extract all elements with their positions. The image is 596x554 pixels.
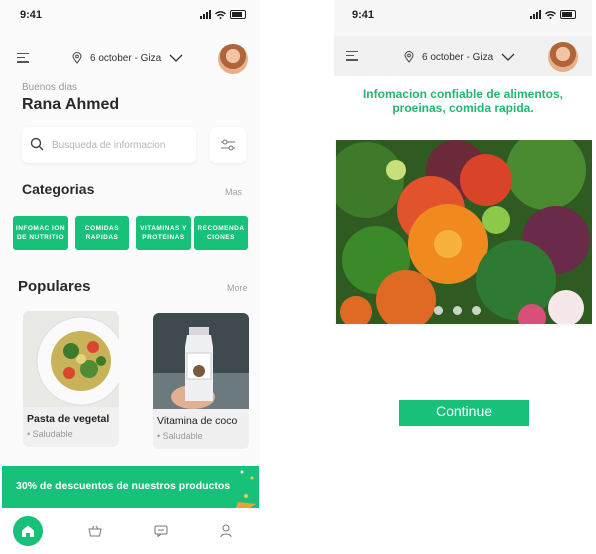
chat-icon[interactable] <box>154 525 168 537</box>
menu-icon[interactable] <box>346 51 358 61</box>
chevron-down-icon <box>501 53 515 61</box>
category-fast-food[interactable]: COMIDAS RAPIDAS <box>75 216 129 250</box>
card-title: Vitamina de coco <box>157 415 238 427</box>
info-title: Infomacion confiable de alimentos, proei… <box>362 87 564 115</box>
confetti-decoration <box>236 470 256 508</box>
avatar[interactable] <box>548 42 578 72</box>
coconut-drink-image <box>153 313 249 409</box>
status-time: 9:41 <box>20 9 43 21</box>
status-bar: 9:41 <box>334 0 592 30</box>
filter-icon <box>221 139 235 151</box>
battery-icon <box>560 10 576 19</box>
basket-icon[interactable] <box>88 525 102 537</box>
card-title: Pasta de vegetal <box>27 413 110 425</box>
tab-home[interactable] <box>13 516 43 546</box>
profile-icon[interactable] <box>220 524 232 538</box>
card-subtitle: • Saludable <box>27 429 73 439</box>
popular-more-link[interactable]: More <box>227 283 248 293</box>
location-pin-icon <box>72 52 82 64</box>
status-time: 9:41 <box>352 9 375 21</box>
battery-icon <box>230 10 246 19</box>
popular-card-coconut[interactable]: Vitamina de coco • Saludable <box>153 313 249 449</box>
category-nutrition[interactable]: INFOMAC ION DE NUTRITIO <box>13 216 68 250</box>
location-label: 6 october - Giza <box>422 51 494 63</box>
wifi-icon <box>545 10 556 19</box>
search-icon <box>30 137 44 151</box>
categories-title: Categorias <box>22 181 95 197</box>
search-input[interactable]: Busqueda de informacion <box>22 127 196 163</box>
menu-icon[interactable] <box>17 53 29 63</box>
onboarding-screen: 9:41 6 october - Giza Infomacion confiab… <box>334 0 592 554</box>
home-icon <box>22 525 34 537</box>
carousel-dots[interactable] <box>434 306 481 315</box>
location-label: 6 october - Giza <box>90 52 162 64</box>
status-bar: 9:41 <box>0 0 260 30</box>
filter-button[interactable] <box>210 127 246 163</box>
signal-icon <box>200 10 211 19</box>
promo-text: 30% de descuentos de nuestros productos <box>16 480 231 492</box>
user-name: Rana Ahmed <box>22 96 120 113</box>
promo-banner[interactable]: 30% de descuentos de nuestros productos <box>2 466 259 508</box>
salad-hero-image <box>336 140 592 324</box>
avatar[interactable] <box>218 44 248 74</box>
content-area <box>334 326 592 554</box>
popular-title: Populares <box>18 278 91 295</box>
location-pin-icon <box>404 51 414 63</box>
categories-more-link[interactable]: Mas <box>225 187 242 197</box>
wifi-icon <box>215 10 226 19</box>
pasta-salad-image <box>23 311 119 407</box>
header-bar: 6 october - Giza <box>334 36 592 76</box>
location-selector[interactable]: 6 october - Giza <box>404 51 515 63</box>
status-icons <box>200 10 246 19</box>
home-screen: 9:41 6 october - Giza Buenos dias Rana A… <box>0 0 260 554</box>
signal-icon <box>530 10 541 19</box>
status-icons <box>530 10 576 19</box>
card-subtitle: • Saludable <box>157 431 203 441</box>
search-placeholder: Busqueda de informacion <box>52 140 166 151</box>
category-vitamins-proteins[interactable]: VITAMINAS Y PROTEINAS <box>136 216 191 250</box>
popular-card-pasta[interactable]: Pasta de vegetal • Saludable <box>23 311 119 447</box>
bottom-tab-bar <box>0 508 260 554</box>
greeting: Buenos dias <box>22 82 78 93</box>
continue-button[interactable]: Continue <box>399 400 529 426</box>
category-recommendations[interactable]: RECOMENDA CIONES <box>194 216 248 250</box>
chevron-down-icon <box>169 54 183 62</box>
location-selector[interactable]: 6 october - Giza <box>72 52 183 64</box>
